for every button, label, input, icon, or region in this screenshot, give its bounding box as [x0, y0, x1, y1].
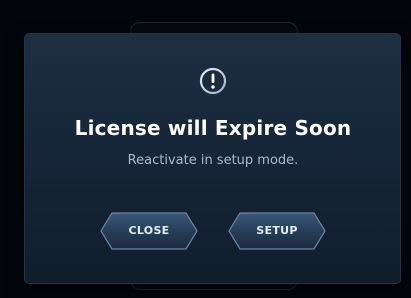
setup-button-label: SETUP — [256, 224, 298, 237]
dialog-title: License will Expire Soon — [74, 116, 352, 140]
setup-button[interactable]: SETUP — [228, 212, 326, 250]
close-button-label: CLOSE — [128, 224, 170, 237]
screen: License will Expire Soon Reactivate in s… — [0, 0, 411, 298]
exclamation-circle-icon — [198, 66, 228, 96]
dialog-subtitle: Reactivate in setup mode. — [127, 153, 299, 168]
close-button[interactable]: CLOSE — [100, 212, 198, 250]
